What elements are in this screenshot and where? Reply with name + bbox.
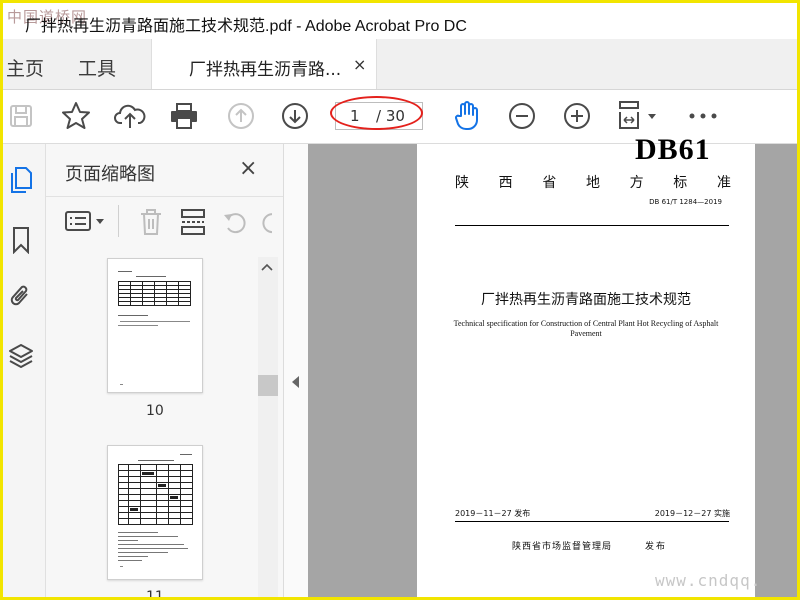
thumbnail-label: 10 <box>146 403 164 419</box>
bookmarks-icon[interactable] <box>7 226 35 254</box>
tab-document[interactable]: 厂拌热再生沥青路... × <box>151 39 377 89</box>
watermark-text: www.cndqq. <box>655 571 762 590</box>
annotation-highlight <box>330 96 423 130</box>
implement-date: 2019－12－27 实施 <box>654 509 730 518</box>
thumbnail-label: 11 <box>146 589 164 600</box>
release-date: 2019－11－27 发布 <box>455 509 531 518</box>
header-rule <box>455 225 729 226</box>
zoom-out-icon[interactable] <box>506 100 538 132</box>
navigation-rail <box>3 144 46 597</box>
title-bar: 中国道桥网 厂拌热再生沥青路面施工技术规范.pdf - Adobe Acroba… <box>3 3 797 39</box>
standard-number: DB 61/T 1284—2019 <box>649 198 722 206</box>
rotate-left-icon[interactable] <box>222 209 248 239</box>
issue-word: 发布 <box>645 542 668 552</box>
document-title-cn: 厂拌热再生沥青路面施工技术规范 <box>481 292 691 308</box>
fit-page-icon[interactable] <box>615 100 661 132</box>
save-icon[interactable] <box>5 100 37 132</box>
collapse-arrow-icon[interactable] <box>292 376 299 388</box>
bookmark-star-icon[interactable] <box>60 100 92 132</box>
print-icon[interactable] <box>168 100 200 132</box>
thumbnail-toolbar <box>46 196 283 247</box>
issuing-authority: 陕西省市场监督管理局 <box>512 542 613 552</box>
standard-code: DB61 <box>635 133 711 166</box>
standard-char: 西 <box>498 175 513 191</box>
extract-page-icon[interactable] <box>180 208 206 240</box>
delete-page-icon[interactable] <box>139 208 163 240</box>
rotate-right-icon[interactable] <box>260 209 272 239</box>
scroll-up-icon[interactable] <box>261 260 273 274</box>
standard-char: 省 <box>542 175 557 191</box>
hand-tool-icon[interactable] <box>451 100 483 132</box>
footer-rule <box>455 521 729 522</box>
page-thumbnail[interactable] <box>107 258 203 393</box>
standard-char: 准 <box>716 175 731 191</box>
cloud-upload-icon[interactable] <box>114 100 146 132</box>
thumbnails-panel: 页面缩略图 × 10 11 <box>46 144 284 600</box>
panel-collapse-handle[interactable] <box>284 144 308 597</box>
window-title: 厂拌热再生沥青路面施工技术规范.pdf - Adobe Acrobat Pro … <box>25 18 467 35</box>
page-up-icon[interactable] <box>225 100 257 132</box>
standard-type: 陕 西 省 地 方 标 准 <box>455 172 731 192</box>
scrollbar-thumb[interactable] <box>258 375 278 396</box>
thumbnail-options-icon[interactable] <box>64 209 108 239</box>
attachments-icon[interactable] <box>7 282 35 310</box>
window-frame: 中国道桥网 厂拌热再生沥青路面施工技术规范.pdf - Adobe Acroba… <box>0 0 800 600</box>
tab-bar: 主页 工具 厂拌热再生沥青路... × <box>3 39 797 90</box>
panel-close-icon[interactable]: × <box>239 156 257 181</box>
standard-char: 方 <box>629 175 644 191</box>
standard-char: 标 <box>673 175 688 191</box>
standard-char: 陕 <box>455 175 469 191</box>
zoom-in-icon[interactable] <box>561 100 593 132</box>
tab-home[interactable]: 主页 <box>6 54 44 81</box>
tab-close-icon[interactable]: × <box>353 55 366 74</box>
page-thumbnail[interactable] <box>107 445 203 580</box>
toolbar-divider <box>118 205 119 237</box>
document-page: DB61 陕 西 省 地 方 标 准 DB 61/T 1284—2019 厂拌热… <box>417 133 755 597</box>
standard-char: 地 <box>585 175 600 191</box>
page-thumbnails-icon[interactable] <box>7 166 35 194</box>
more-icon[interactable] <box>687 100 719 132</box>
layers-icon[interactable] <box>7 342 35 370</box>
panel-scrollbar[interactable] <box>258 257 278 597</box>
tab-tools[interactable]: 工具 <box>78 54 116 81</box>
document-title-en: Technical specification for Construction… <box>453 319 719 338</box>
tab-document-label: 厂拌热再生沥青路... <box>189 60 342 80</box>
panel-title: 页面缩略图 <box>65 164 155 185</box>
thumbnail-content <box>118 271 191 385</box>
thumbnail-content <box>118 454 193 567</box>
page-down-icon[interactable] <box>279 100 311 132</box>
